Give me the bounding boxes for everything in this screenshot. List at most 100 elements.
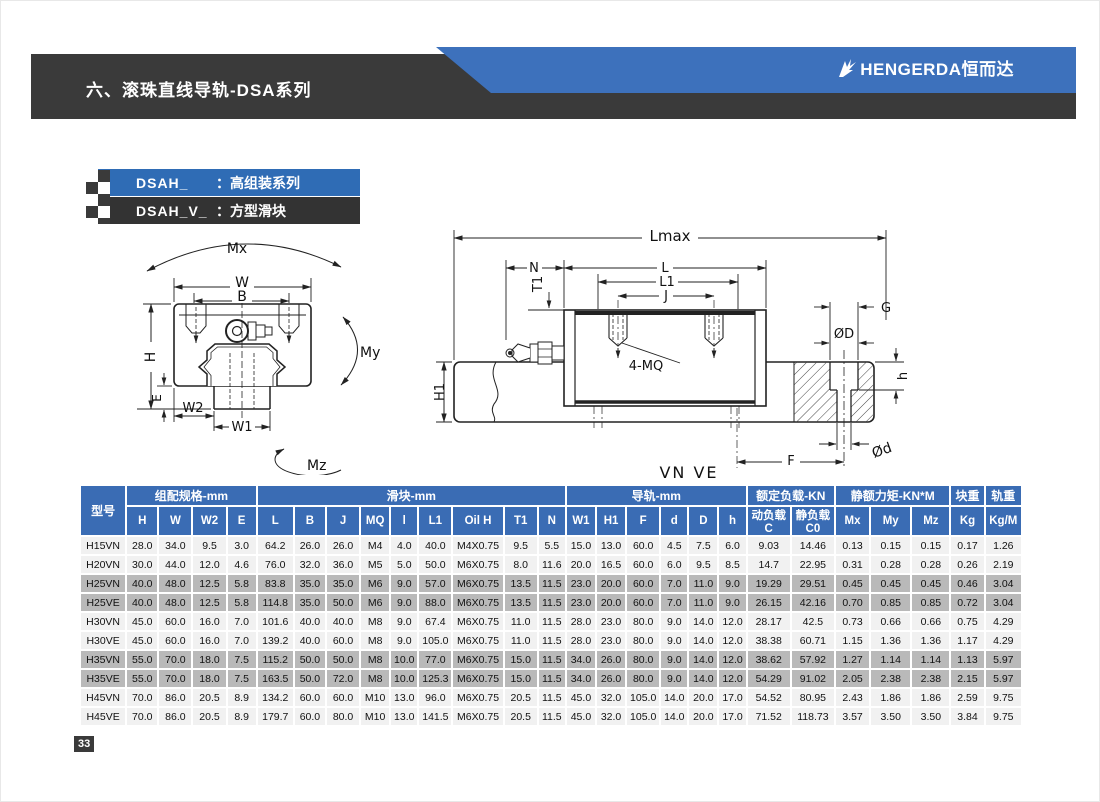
table-cell: 11.5: [539, 651, 565, 668]
column-header: W: [159, 507, 191, 535]
table-cell: 35.0: [295, 594, 325, 611]
table-cell: 2.05: [836, 670, 869, 687]
column-header: My: [871, 507, 910, 535]
table-cell: 11.5: [539, 632, 565, 649]
table-cell: 101.6: [258, 613, 293, 630]
table-cell: M8: [361, 613, 389, 630]
table-cell: 139.2: [258, 632, 293, 649]
table-cell: 48.0: [159, 575, 191, 592]
model-cell: H20VN: [81, 556, 125, 573]
table-cell: 40.0: [327, 613, 359, 630]
table-cell: 11.5: [539, 708, 565, 725]
table-cell: 4.29: [986, 613, 1021, 630]
column-group-header: 额定负载-KN: [748, 486, 834, 505]
table-cell: 9.0: [719, 575, 745, 592]
model-cell: H45VE: [81, 708, 125, 725]
table-cell: 14.0: [661, 689, 687, 706]
column-header: F: [627, 507, 659, 535]
table-row: H25VN40.048.012.55.883.835.035.0M69.057.…: [81, 575, 1021, 592]
table-cell: 4.6: [228, 556, 256, 573]
table-cell: 115.2: [258, 651, 293, 668]
table-cell: 10.0: [391, 670, 417, 687]
table-cell: 3.04: [986, 575, 1021, 592]
brand-logo: HENGERDA恒而达: [835, 55, 1014, 80]
table-cell: 1.27: [836, 651, 869, 668]
column-header: D: [689, 507, 717, 535]
table-cell: 80.0: [327, 708, 359, 725]
table-cell: M6: [361, 575, 389, 592]
table-cell: 141.5: [419, 708, 451, 725]
table-cell: 34.0: [567, 670, 595, 687]
table-cell: M6X0.75: [453, 689, 502, 706]
table-cell: 5.8: [228, 575, 256, 592]
dim-label-phiD: ØD: [834, 327, 854, 342]
table-cell: 77.0: [419, 651, 451, 668]
model-cell: H15VN: [81, 537, 125, 554]
table-cell: 2.38: [871, 670, 910, 687]
table-cell: 9.0: [391, 594, 417, 611]
table-cell: 11.5: [539, 594, 565, 611]
table-cell: 14.46: [792, 537, 834, 554]
table-cell: 3.50: [871, 708, 910, 725]
table-cell: 50.0: [327, 594, 359, 611]
brand-logo-text: HENGERDA恒而达: [860, 55, 1014, 80]
table-cell: 0.13: [836, 537, 869, 554]
table-cell: 16.0: [193, 632, 225, 649]
column-header: Kg: [951, 507, 983, 535]
table-cell: 13.5: [505, 594, 537, 611]
table-cell: M6X0.75: [453, 651, 502, 668]
table-cell: 36.0: [327, 556, 359, 573]
column-group-header: 组配规格-mm: [127, 486, 256, 505]
model-cell: H35VN: [81, 651, 125, 668]
table-cell: 20.5: [193, 689, 225, 706]
dim-label-w2: W2: [182, 401, 203, 416]
dim-label-mq: 4-MQ: [629, 359, 663, 374]
model-cell: H30VN: [81, 613, 125, 630]
table-cell: 57.0: [419, 575, 451, 592]
table-cell: 9.0: [661, 670, 687, 687]
series-code: DSAH_: [136, 175, 216, 191]
table-cell: 105.0: [419, 632, 451, 649]
table-cell: 72.0: [327, 670, 359, 687]
model-cell: H35VE: [81, 670, 125, 687]
column-header: H1: [597, 507, 625, 535]
dim-label-phid: Ød: [870, 440, 894, 462]
table-cell: 26.15: [748, 594, 790, 611]
table-cell: 14.0: [689, 632, 717, 649]
table-cell: 3.0: [228, 537, 256, 554]
table-cell: 5.97: [986, 651, 1021, 668]
table-cell: M10: [361, 689, 389, 706]
table-cell: 38.38: [748, 632, 790, 649]
table-cell: 40.0: [127, 575, 157, 592]
dim-label-h: H: [143, 352, 159, 363]
table-cell: 0.72: [951, 594, 983, 611]
column-header: Mx: [836, 507, 869, 535]
table-cell: 5.97: [986, 670, 1021, 687]
table-cell: 50.0: [419, 556, 451, 573]
table-cell: 80.0: [627, 670, 659, 687]
table-cell: 26.0: [597, 670, 625, 687]
table-cell: 9.0: [719, 594, 745, 611]
table-cell: 14.7: [748, 556, 790, 573]
table-cell: 55.0: [127, 670, 157, 687]
table-cell: 1.14: [871, 651, 910, 668]
table-cell: 50.0: [295, 651, 325, 668]
table-cell: 114.8: [258, 594, 293, 611]
table-cell: 70.0: [159, 670, 191, 687]
table-cell: 76.0: [258, 556, 293, 573]
table-cell: 20.0: [567, 556, 595, 573]
column-header: L1: [419, 507, 451, 535]
table-cell: 11.5: [539, 575, 565, 592]
table-cell: 20.0: [597, 575, 625, 592]
table-cell: 15.0: [567, 537, 595, 554]
table-cell: 13.0: [391, 689, 417, 706]
series-desc: ：高组装系列: [216, 173, 300, 193]
table-cell: 0.31: [836, 556, 869, 573]
dim-label-t1: T1: [531, 276, 546, 293]
table-cell: 32.0: [295, 556, 325, 573]
table-cell: 0.66: [912, 613, 949, 630]
table-cell: 8.0: [505, 556, 537, 573]
table-cell: 80.0: [627, 632, 659, 649]
front-view-diagram: W B Mx H E W2 W1 My Mz: [129, 223, 461, 475]
column-header: L: [258, 507, 293, 535]
